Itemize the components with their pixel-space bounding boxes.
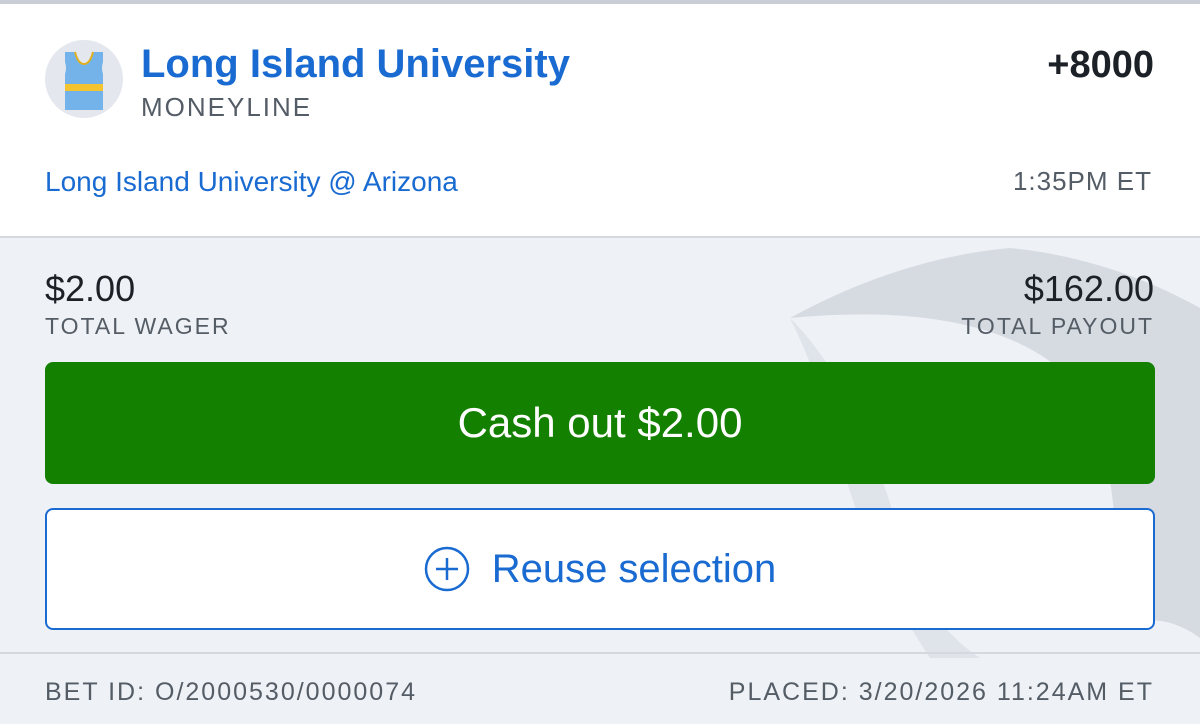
bet-id: BET ID: O/2000530/0000074 [45,678,417,706]
game-time: 1:35PM ET [1012,166,1152,196]
total-wager-label: TOTAL WAGER [45,313,231,339]
bet-type: MONEYLINE [141,92,313,122]
cash-out-button[interactable]: Cash out $2.00 [45,362,1155,484]
team-avatar [45,40,123,118]
footer-divider [0,652,1200,654]
total-payout-amount: $162.00 [1023,268,1154,309]
odds-value: +8000 [1047,44,1154,86]
plus-circle-icon [424,546,469,592]
team-name[interactable]: Long Island University [141,42,570,87]
jersey-icon [65,51,103,110]
total-wager-amount: $2.00 [45,268,136,309]
matchup-link[interactable]: Long Island University @ Arizona [45,166,458,198]
total-payout-label: TOTAL PAYOUT [961,313,1154,339]
reuse-selection-button[interactable]: Reuse selection [45,508,1155,630]
cash-out-label: Cash out $2.00 [457,399,743,446]
placed-timestamp: PLACED: 3/20/2026 11:24AM ET [728,678,1154,706]
reuse-selection-label: Reuse selection [491,546,777,591]
bet-selection-card: Long Island University MONEYLINE +8000 L… [0,4,1200,238]
